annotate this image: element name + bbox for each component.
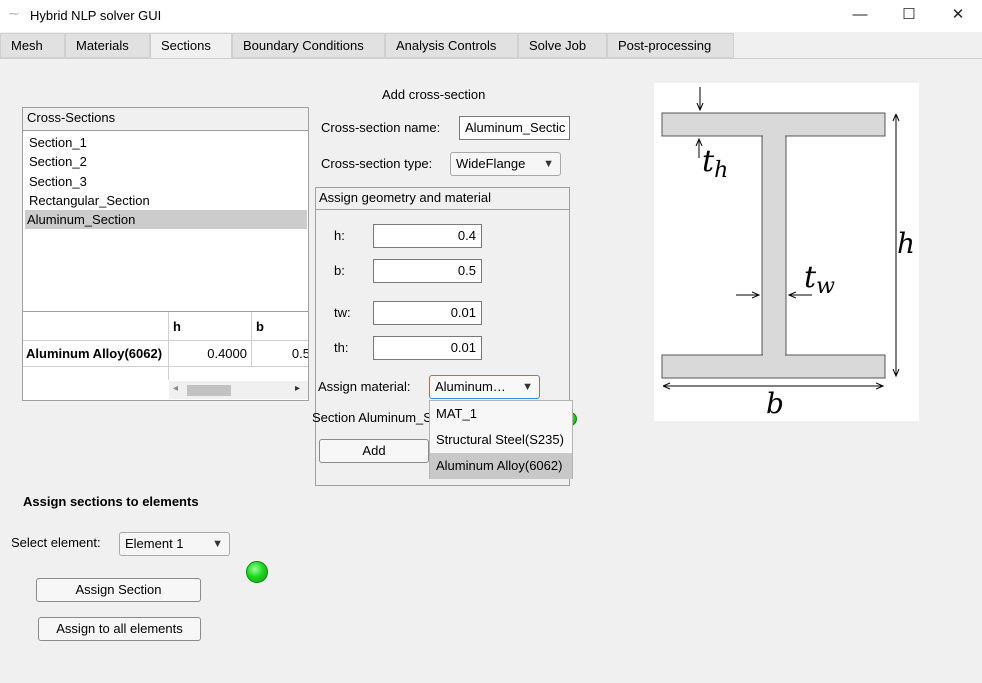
web: [761, 135, 787, 356]
list-item[interactable]: Rectangular_Section: [27, 191, 309, 210]
assign-section-button[interactable]: Assign Section: [36, 578, 201, 602]
scroll-left-icon[interactable]: ◂: [173, 383, 178, 394]
section-type-value: WideFlange: [456, 156, 526, 171]
table-header-b: b: [252, 312, 308, 341]
tab-post-processing[interactable]: Post-processing: [607, 33, 734, 58]
list-item-selected[interactable]: Aluminum_Section: [25, 210, 307, 229]
material-dropdown[interactable]: Aluminum… ▼: [429, 375, 540, 399]
element-dropdown[interactable]: Element 1 ▼: [119, 532, 230, 556]
material-option-steel[interactable]: Structural Steel(S235): [430, 427, 572, 453]
b-label: b:: [334, 263, 345, 278]
table-cell-b[interactable]: 0.5: [252, 341, 308, 367]
table-header-h: h: [169, 312, 252, 341]
b-input[interactable]: 0.5: [373, 259, 482, 283]
bottom-flange: [661, 354, 886, 379]
ibeam-diagram: th tw h b: [654, 83, 919, 421]
element-value: Element 1: [125, 536, 184, 551]
material-option-mat1[interactable]: MAT_1: [430, 401, 572, 427]
assign-all-button[interactable]: Assign to all elements: [38, 617, 201, 641]
cross-sections-title: Cross-Sections: [27, 110, 116, 125]
top-flange: [661, 112, 886, 137]
tw-label: tw:: [334, 305, 351, 320]
tw-input[interactable]: 0.01: [373, 301, 482, 325]
th-label: th:: [334, 340, 349, 355]
th-label-diagram: th: [702, 144, 729, 184]
add-button[interactable]: Add: [319, 439, 429, 463]
chevron-down-icon: ▼: [212, 538, 223, 550]
section-type-label: Cross-section type:: [321, 156, 433, 171]
tab-boundary-conditions[interactable]: Boundary Conditions: [232, 33, 385, 58]
add-section-heading: Add cross-section: [382, 87, 486, 102]
material-value: Aluminum…: [435, 379, 506, 394]
table-corner: [23, 312, 169, 341]
chevron-down-icon: ▼: [543, 158, 554, 170]
section-name-input[interactable]: Aluminum_Sectic: [459, 116, 570, 140]
chevron-down-icon: ▼: [522, 381, 533, 393]
material-dropdown-list[interactable]: MAT_1 Structural Steel(S235) Aluminum Al…: [429, 400, 573, 479]
select-element-label: Select element:: [11, 535, 101, 550]
assign-heading: Assign sections to elements: [23, 494, 199, 509]
section-name-label: Cross-section name:: [321, 120, 441, 135]
ibeam-svg: [661, 87, 919, 421]
h-input[interactable]: 0.4: [373, 224, 482, 248]
tab-materials[interactable]: Materials: [65, 33, 150, 58]
material-option-aluminum[interactable]: Aluminum Alloy(6062): [430, 453, 572, 479]
list-item[interactable]: Section_2: [27, 152, 309, 171]
h-label-diagram: h: [897, 227, 916, 260]
app-icon: ⁓: [9, 9, 19, 20]
maximize-button[interactable]: ☐: [886, 0, 932, 30]
tab-mesh[interactable]: Mesh: [0, 33, 65, 58]
table-scrollbar[interactable]: ◂ ▸: [169, 381, 308, 399]
h-label: h:: [334, 228, 345, 243]
table-cell-h[interactable]: 0.4000: [169, 341, 252, 367]
scroll-thumb[interactable]: [187, 385, 231, 396]
material-label: Assign material:: [318, 379, 411, 394]
list-item[interactable]: Section_1: [27, 133, 309, 152]
scroll-right-icon[interactable]: ▸: [295, 383, 300, 394]
assign-status-led: [246, 561, 268, 583]
section-status-text: Section Aluminum_S: [312, 410, 429, 425]
list-item[interactable]: Section_3: [27, 172, 309, 191]
section-type-dropdown[interactable]: WideFlange ▼: [450, 152, 561, 176]
tab-analysis-controls[interactable]: Analysis Controls: [385, 33, 518, 58]
table-empty: [23, 367, 169, 380]
th-input[interactable]: 0.01: [373, 336, 482, 360]
tw-label-diagram: tw: [804, 260, 835, 300]
tab-solve-job[interactable]: Solve Job: [518, 33, 607, 58]
close-button[interactable]: ✕: [935, 0, 981, 30]
section-table: h b Aluminum Alloy(6062) 0.4000 0.5 ◂ ▸: [22, 311, 309, 401]
minimize-button[interactable]: —: [837, 0, 883, 30]
b-label-diagram: b: [766, 387, 784, 420]
table-row-label: Aluminum Alloy(6062): [23, 341, 169, 367]
tab-sections[interactable]: Sections: [150, 33, 232, 59]
cross-sections-list[interactable]: Section_1 Section_2 Section_3 Rectangula…: [22, 130, 309, 312]
geometry-panel-title: Assign geometry and material: [319, 190, 491, 205]
window-title: Hybrid NLP solver GUI: [30, 8, 162, 23]
